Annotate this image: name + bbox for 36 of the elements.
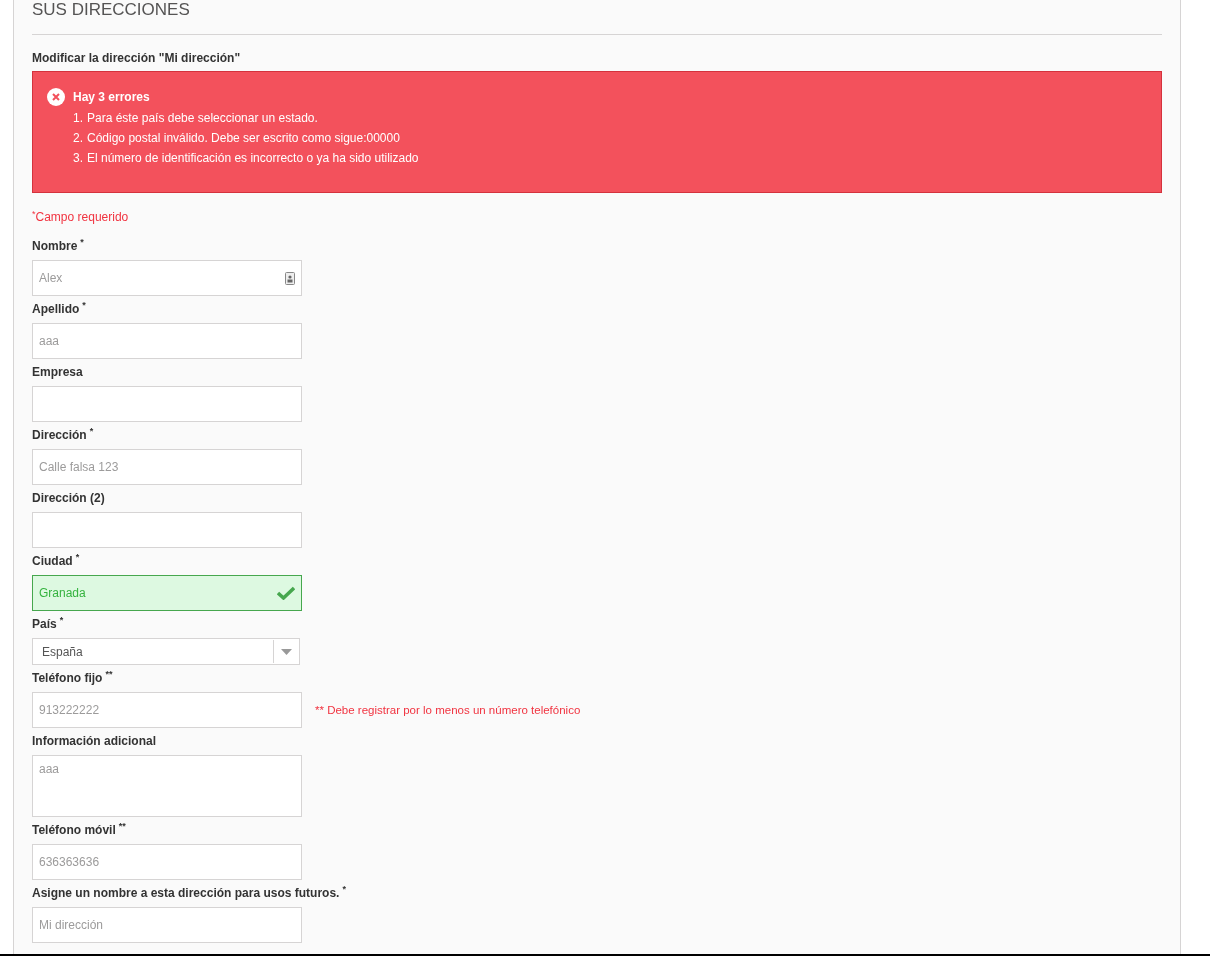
input-field[interactable]: Calle falsa 123 <box>32 449 302 485</box>
input-field[interactable]: 913222222 <box>32 692 302 728</box>
input-field[interactable]: Mi dirección <box>32 907 302 943</box>
field-label: Teléfono móvil $^{**}$ <box>32 823 127 837</box>
field-label: Información adicional <box>32 734 158 748</box>
page-title: SUS DIRECCIONES <box>32 0 1162 35</box>
required-note: $^{*}$Campo requerido <box>32 209 130 225</box>
text-area[interactable]: aaa <box>32 755 302 817</box>
form-title: Modificar la dirección "Mi dirección" <box>32 50 242 66</box>
caret-icon <box>280 648 292 655</box>
input-field[interactable]: Granada <box>32 575 302 611</box>
close-circle-icon <box>47 88 65 106</box>
field-label: Ciudad $^{*}$ <box>32 554 81 568</box>
error-message: Código postal inválido. Debe ser escrito como sigue:00000 <box>87 130 400 147</box>
error-message: Para éste país debe seleccionar un estado. <box>87 110 318 127</box>
error-number: 2. <box>73 130 83 147</box>
input-field[interactable]: Alex <box>32 260 302 296</box>
error-title: Hay 3 errores <box>73 89 150 106</box>
error-number: 1. <box>73 110 83 127</box>
input-field[interactable] <box>32 386 302 422</box>
field-label: Dirección $^{*}$ <box>32 428 95 442</box>
check-icon <box>277 586 295 600</box>
field-label: Empresa <box>32 365 84 379</box>
field-label: Nombre $^{*}$ <box>32 239 85 253</box>
input-field[interactable]: 636363636 <box>32 844 302 880</box>
field-label: Apellido $^{*}$ <box>32 302 87 316</box>
field-label: País $^{*}$ <box>32 617 65 631</box>
error-number: 3. <box>73 150 83 167</box>
field-label: Teléfono fijo $^{**}$ <box>32 671 114 685</box>
phone-note: ** Debe registrar por lo menos un número telefónico <box>315 704 581 716</box>
error-message: El número de identificación es incorrecto o ya ha sido utilizado <box>87 150 419 167</box>
field-label: Dirección (2) <box>32 491 106 505</box>
country-select[interactable]: España <box>32 638 300 665</box>
input-field[interactable]: aaa <box>32 323 302 359</box>
input-field[interactable] <box>32 512 302 548</box>
field-label: Asigne un nombre a esta dirección para usos futuros. $^{*}$ <box>32 886 347 900</box>
